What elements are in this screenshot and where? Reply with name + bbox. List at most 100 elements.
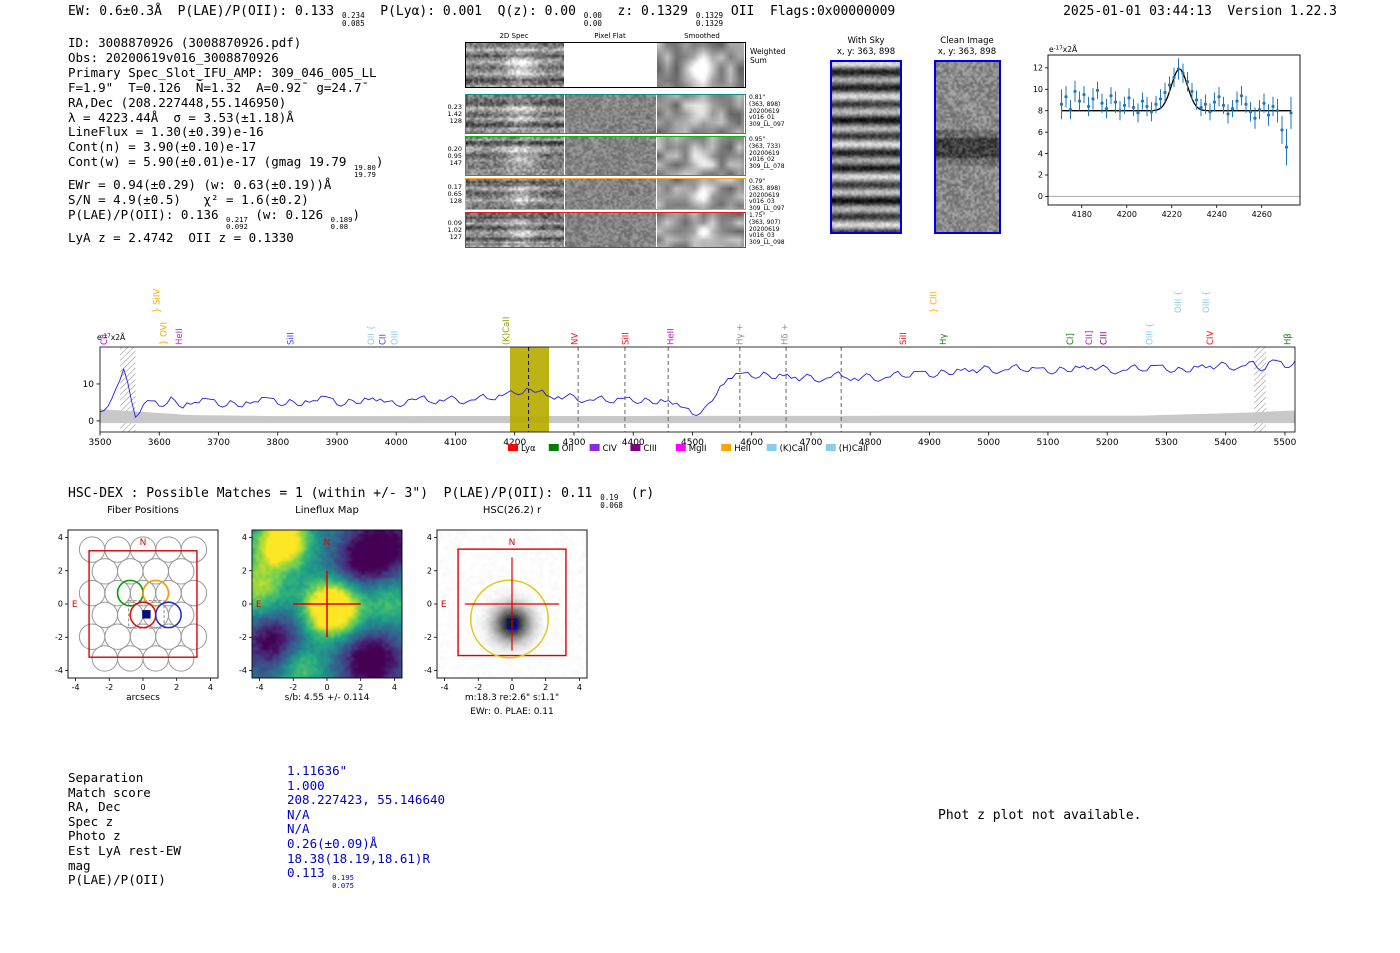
- y-tick-label: 4: [242, 533, 247, 542]
- x-tick-label: 4220: [1162, 210, 1182, 219]
- clean-image-coords: x, y: 363, 898: [937, 47, 997, 57]
- fiber-circle: [78, 623, 106, 650]
- x-tick-label: 0: [140, 683, 145, 692]
- fiber-positions-panel: Fiber Positions N E -4 -4 -2 -2 0 0 2 2 4 4 arcsecs: [40, 505, 246, 719]
- cutout-col-title-2dspec: 2D Spec: [499, 32, 529, 40]
- y-tick-label: -4: [424, 666, 432, 675]
- weighted-2dspec-image: [466, 43, 564, 87]
- emission-line-label: CIII: [1100, 332, 1110, 345]
- data-point: [1221, 103, 1226, 107]
- data-point: [1194, 98, 1199, 102]
- data-point: [1095, 88, 1100, 92]
- catalog-match-table: Separation 1.11636" Match score 1.000 RA, De…: [68, 763, 445, 889]
- text-segment: LyA z = 2.4742 OII z = 0.1330: [68, 229, 294, 245]
- legend-label: HeII: [734, 444, 751, 454]
- north-label: N: [140, 538, 147, 548]
- text-segment: F=1.9" T=0.126 N̄=1.32 A=0.92̄ g=24.7̄: [68, 79, 362, 95]
- match-table-value: 0.26(±0.09)Å: [287, 836, 377, 851]
- info-line-seeing: F=1.9" T=0.126 N̄=1.32 A=0.92̄ g=24.7̄: [68, 79, 383, 96]
- match-table-label: mag: [68, 857, 91, 873]
- fiber-2dspec-image: [466, 213, 564, 247]
- data-point: [1262, 101, 1266, 105]
- emission-line-label: } CIII: [930, 291, 940, 313]
- data-point: [1068, 108, 1073, 112]
- y-tick-label: 4: [1038, 149, 1043, 158]
- emission-line-label: SiII: [899, 332, 909, 345]
- text-segment: ): [375, 154, 384, 170]
- line-fit-plot-svg: 4180 4200 4220 4240 4260 0 2 4 6 8 10 12 e-17x2Å: [1033, 45, 1301, 219]
- match-table-row: P(LAE)/P(OII) 0.113 0.195 0.075: [68, 865, 445, 889]
- text-segment: EW: 0.6±0.3Å P(LAE)/P(OII): 0.133: [68, 4, 342, 19]
- info-line-id: ID: 3008870926 (3008870926.pdf): [68, 35, 383, 51]
- data-point: [1181, 71, 1185, 75]
- detection-info-block: ID: 3008870926 (3008870926.pdf) Obs: 202…: [68, 35, 384, 245]
- full-spectrum-plot-svg: 3500 3600 3700 3800 3900 4000 4100 4200 4300 4400…: [83, 289, 1297, 454]
- data-point: [1172, 75, 1176, 80]
- data-point: [1118, 109, 1122, 113]
- x-tick-label: 0: [324, 683, 329, 692]
- data-point: [1064, 95, 1068, 99]
- cutout-col-title-pixelflat: Pixel Flat: [594, 32, 626, 40]
- data-point: [1077, 99, 1082, 103]
- data-point: [1127, 96, 1131, 100]
- fiber-circle: [155, 536, 182, 563]
- match-table-row: Separation 1.11636": [68, 763, 445, 785]
- match-table-label: Separation: [68, 770, 144, 785]
- text-segment: LineFlux = 1.30(±0.39)e-16: [68, 124, 264, 140]
- x-tick-label: 2: [543, 683, 548, 692]
- text-segment: RA,Dec (208.227448,55.146950): [68, 94, 287, 110]
- text-segment: 0.113: [287, 865, 333, 881]
- text-segment: HSC-DEX : Possible Matches = 1 (within +…: [68, 486, 601, 501]
- y-tick-label: -4: [55, 666, 63, 675]
- x-tick-label: -4: [72, 683, 80, 692]
- x-tick-label: 3600: [148, 438, 171, 448]
- x-tick-label: 3800: [266, 438, 289, 448]
- weighted-smoothed-image: [657, 43, 744, 87]
- sup-sub-fraction: 0.189 0.08: [330, 215, 353, 232]
- detection-position-square: [142, 610, 151, 619]
- data-point: [1289, 111, 1293, 115]
- emission-line-label: CIV: [1206, 331, 1216, 345]
- data-point: [1208, 110, 1212, 114]
- legend-swatch: [548, 444, 559, 451]
- x-tick-label: 5000: [977, 438, 1000, 448]
- fiber-circle: [167, 558, 195, 585]
- emission-line-label: SiII: [286, 332, 296, 345]
- fiber-weight-labels: 0.23 1.42 128: [447, 102, 462, 125]
- fiber-annotation: 0.81" (363, 898) 20200619 v016_01 309_LL…: [749, 94, 785, 129]
- data-point: [1244, 102, 1248, 106]
- x-tick-label: 5200: [1096, 438, 1119, 448]
- data-point: [1145, 104, 1149, 109]
- line-fit-plot: 4180 4200 4220 4240 4260 0 2 4 6 8 10 12 e-17x2Å: [1020, 40, 1320, 229]
- data-point: [1131, 105, 1136, 110]
- emission-line-label: Hγ +: [735, 324, 745, 345]
- fiber-circle: [104, 623, 131, 650]
- text-segment: 18.38(18.19,18.61)R: [287, 850, 430, 866]
- emission-line-label: Hβ: [1283, 333, 1293, 345]
- fiber-weight-labels: 0.17 0.65 128: [447, 182, 462, 205]
- fiber-circle: [167, 645, 195, 672]
- data-point: [1230, 106, 1235, 111]
- fiber-cutout-row: [465, 178, 746, 210]
- hsc-mag-caption: m:18.3 re:2.6" s:1.1": [464, 693, 560, 703]
- x-tick-label: -2: [105, 683, 113, 692]
- data-point: [1275, 109, 1280, 113]
- match-table-value: 208.227423, 55.146640: [287, 792, 445, 807]
- full-spectrum-plot: 3500 3600 3700 3800 3900 4000 4100 4200 4300 4400…: [60, 262, 1350, 471]
- fiber-smoothed-image: [657, 137, 744, 175]
- emission-line-label: HeII: [175, 328, 185, 345]
- data-point: [1185, 80, 1190, 84]
- data-point: [1280, 128, 1284, 132]
- summary-stats-line: EW: 0.6±0.3Å P(LAE)/P(OII): 0.133 0.234 0…: [68, 4, 895, 27]
- text-segment: λ = 4223.44Å σ = 3.53(±1.18)Å: [68, 109, 294, 125]
- y-tick-label: 2: [1038, 171, 1043, 180]
- info-line-wavelength: λ = 4223.44Å σ = 3.53(±1.18)Å: [68, 109, 383, 126]
- clean-image-title: Clean Image: [940, 36, 994, 46]
- east-label: E: [441, 600, 447, 610]
- text-segment: Cont(w) = 5.90(±0.01)e-17 (gmag 19.79: [68, 154, 354, 170]
- fiber-smoothed-image: [657, 95, 744, 133]
- x-tick-label: -2: [474, 683, 482, 692]
- emission-line-label: } SiIV: [152, 289, 162, 313]
- clean-image: [936, 62, 999, 232]
- y-tick-label: 2: [242, 566, 247, 575]
